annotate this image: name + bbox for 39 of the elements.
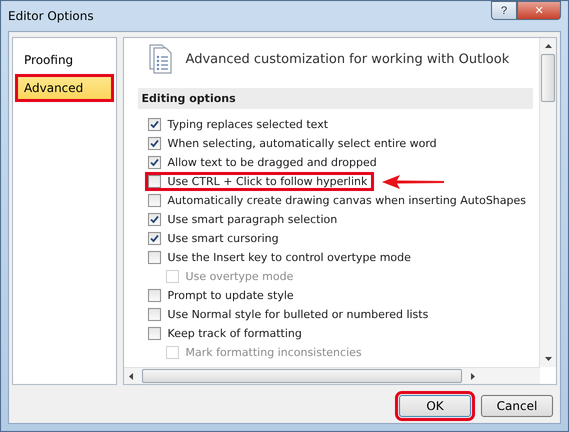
checkbox-option[interactable]: Allow text to be dragged and dropped: [144, 153, 384, 172]
sidebar-item[interactable]: Proofing: [15, 46, 114, 74]
checkbox[interactable]: [148, 156, 161, 169]
checkbox[interactable]: [148, 327, 161, 340]
checkbox[interactable]: [148, 232, 161, 245]
checkbox-option[interactable]: Use CTRL + Click to follow hyperlink: [144, 172, 374, 191]
scroll-up-icon[interactable]: [544, 44, 552, 48]
checkbox[interactable]: [148, 251, 161, 264]
horizontal-scrollbar[interactable]: [124, 367, 540, 384]
checkbox-option[interactable]: Use Normal style for bulleted or numbered lists: [144, 305, 436, 324]
checkbox[interactable]: [148, 289, 161, 302]
scroll-left-icon[interactable]: [128, 372, 133, 380]
scroll-down-icon[interactable]: [544, 357, 552, 361]
checkbox-option[interactable]: When selecting, automatically select entire word: [144, 134, 444, 153]
document-list-icon: [148, 44, 174, 74]
sidebar-item[interactable]: Advanced: [15, 74, 114, 102]
checkbox[interactable]: [148, 308, 161, 321]
checkbox-option[interactable]: Use smart paragraph selection: [144, 210, 344, 229]
page-heading: Advanced customization for working with Outlook: [186, 52, 510, 66]
checkbox-option[interactable]: Keep track of formatting: [144, 324, 309, 343]
checkbox[interactable]: [148, 175, 161, 188]
checkbox-option[interactable]: Typing replaces selected text: [144, 115, 336, 134]
scroll-thumb[interactable]: [142, 369, 462, 383]
checkbox[interactable]: [148, 118, 161, 131]
checkbox-option[interactable]: Use smart cursoring: [144, 229, 286, 248]
checkbox[interactable]: [148, 194, 161, 207]
help-button[interactable]: ?: [491, 1, 517, 20]
checkbox-option[interactable]: Use the Insert key to control overtype mode: [144, 248, 418, 267]
arrow-annotation: [382, 174, 444, 188]
section-header: Editing options: [138, 88, 533, 109]
dialog-button[interactable]: Cancel: [481, 395, 553, 417]
window-title: Editor Options: [8, 9, 94, 23]
scroll-right-icon[interactable]: [470, 372, 475, 380]
scroll-thumb[interactable]: [541, 54, 555, 102]
checkbox-option[interactable]: Automatically create drawing canvas when inserting AutoShapes: [144, 191, 533, 210]
vertical-scrollbar[interactable]: [539, 38, 556, 367]
checkbox[interactable]: [148, 137, 161, 150]
checkbox-option[interactable]: Prompt to update style: [144, 286, 301, 305]
checkbox[interactable]: [148, 213, 161, 226]
